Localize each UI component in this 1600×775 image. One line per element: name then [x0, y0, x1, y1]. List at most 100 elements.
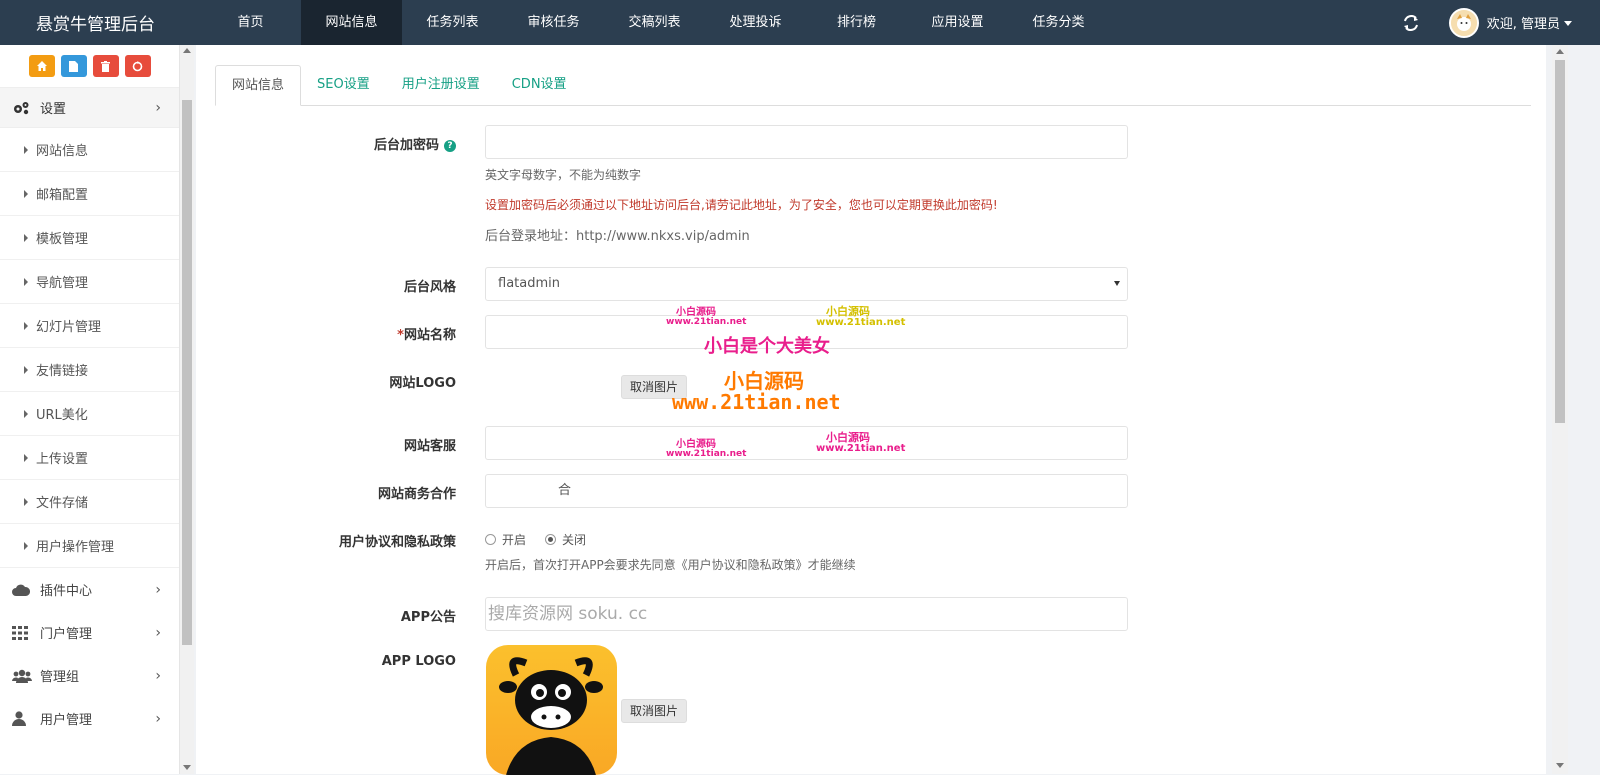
file-icon[interactable]	[60, 55, 87, 77]
nav-app-settings[interactable]: 应用设置	[907, 0, 1008, 45]
sidebar-item-label: 幻灯片管理	[36, 320, 102, 335]
sidebar-scrollbar[interactable]	[180, 45, 194, 774]
admin-style-label: 后台风格	[403, 280, 456, 295]
admin-code-input[interactable]	[485, 125, 1128, 159]
chevron-right-icon: ›	[155, 581, 161, 598]
home-icon[interactable]	[28, 55, 55, 77]
sidebar-group-plugins[interactable]: 插件中心 ›	[0, 568, 179, 611]
chevron-right-icon: ›	[155, 710, 161, 727]
scroll-up-icon[interactable]	[183, 48, 191, 53]
app-title: 悬赏牛管理后台	[36, 15, 155, 35]
user-icon	[12, 711, 32, 726]
nav-task-category[interactable]: 任务分类	[1008, 0, 1109, 45]
admin-code-warning: 设置加密码后必须通过以下地址访问后台,请劳记此地址，为了安全，您也可以定期更换此…	[485, 198, 998, 212]
scrollbar-thumb[interactable]	[1555, 60, 1565, 423]
gears-icon	[12, 101, 32, 115]
app-logo-label: APP LOGO	[381, 654, 456, 669]
nav-ranking[interactable]: 排行榜	[806, 0, 907, 45]
admin-code-hint: 英文字母数字，不能为纯数字	[485, 168, 642, 182]
tab-registration[interactable]: 用户注册设置	[386, 65, 496, 106]
site-service-input[interactable]	[485, 426, 1128, 460]
nav-site-info[interactable]: 网站信息	[301, 0, 402, 45]
site-service-label: 网站客服	[403, 439, 456, 454]
sidebar-item-label: 用户操作管理	[36, 540, 115, 555]
tab-seo[interactable]: SEO设置	[301, 65, 386, 106]
cancel-app-logo-button[interactable]: 取消图片	[621, 699, 687, 723]
sidebar-item-label: 模板管理	[36, 232, 89, 247]
nav-review-tasks[interactable]: 审核任务	[503, 0, 604, 45]
sidebar-group-users[interactable]: 用户管理 ›	[0, 697, 179, 740]
watermark-url-big: www.21tian.net	[672, 390, 841, 414]
cloud-icon	[12, 584, 32, 596]
caret-right-icon	[24, 453, 28, 462]
sidebar-item-url[interactable]: URL美化	[0, 392, 179, 436]
radio-dot	[545, 534, 556, 545]
app-notice-input[interactable]: 搜库资源网 soku. cc	[485, 597, 1128, 631]
tab-site-info[interactable]: 网站信息	[215, 65, 302, 106]
sidebar-item-label: 上传设置	[36, 452, 89, 467]
scroll-up-icon[interactable]	[1556, 49, 1564, 54]
tab-cdn[interactable]: CDN设置	[496, 65, 583, 106]
sidebar-item-user-ops[interactable]: 用户操作管理	[0, 524, 179, 568]
sidebar-item-site-info[interactable]: 网站信息	[0, 128, 179, 172]
main-scrollbar[interactable]	[1552, 45, 1568, 774]
sidebar-item-navigation[interactable]: 导航管理	[0, 260, 179, 304]
sidebar-item-label: 文件存储	[36, 496, 89, 511]
sidebar-group-label: 管理组	[40, 670, 80, 685]
admin-login-url: 后台登录地址：http://www.nkxs.vip/admin	[485, 229, 750, 244]
chevron-down-icon	[1114, 281, 1120, 286]
scroll-down-icon[interactable]	[183, 765, 191, 770]
site-business-input[interactable]: 合	[485, 474, 1128, 508]
caret-right-icon	[24, 277, 28, 286]
nav-complaints[interactable]: 处理投诉	[705, 0, 806, 45]
watermark-cn-1: 小白源码	[676, 307, 716, 318]
caret-right-icon	[24, 145, 28, 154]
sidebar-item-label: 邮箱配置	[36, 188, 89, 203]
watermark-url-2: www.21tian.net	[816, 317, 906, 328]
sidebar-item-upload[interactable]: 上传设置	[0, 436, 179, 480]
sidebar-item-template[interactable]: 模板管理	[0, 216, 179, 260]
trash-icon[interactable]	[92, 55, 119, 77]
sidebar-group-label: 门户管理	[40, 627, 93, 642]
app-logo-image	[486, 645, 617, 775]
sidebar-item-mail[interactable]: 邮箱配置	[0, 172, 179, 216]
caret-right-icon	[24, 189, 28, 198]
sidebar: 设置 › 网站信息 邮箱配置 模板管理 导航管理 幻灯片管理 友情链接 URL美…	[0, 45, 180, 774]
policy-radio-off[interactable]: 关闭	[545, 531, 586, 548]
nav-task-list[interactable]: 任务列表	[402, 0, 503, 45]
scrollbar-thumb[interactable]	[182, 100, 192, 645]
sidebar-item-links[interactable]: 友情链接	[0, 348, 179, 392]
nav-submissions[interactable]: 交稿列表	[604, 0, 705, 45]
welcome-text[interactable]: 欢迎, 管理员	[1487, 13, 1560, 32]
sidebar-item-slides[interactable]: 幻灯片管理	[0, 304, 179, 348]
avatar[interactable]	[1448, 7, 1479, 38]
sidebar-item-storage[interactable]: 文件存储	[0, 480, 179, 524]
chevron-right-icon: ›	[155, 99, 161, 116]
page-margin	[1568, 45, 1600, 774]
top-nav: 首页 网站信息 任务列表 审核任务 交稿列表 处理投诉 排行榜 应用设置 任务分…	[200, 0, 1109, 45]
sidebar-group-settings[interactable]: 设置 ›	[0, 88, 179, 128]
sidebar-item-label: 友情链接	[36, 364, 89, 379]
recycle-icon[interactable]	[124, 55, 151, 77]
nav-home[interactable]: 首页	[200, 0, 301, 45]
question-icon[interactable]: ?	[444, 139, 456, 152]
site-logo-label: 网站LOGO	[389, 376, 456, 391]
caret-right-icon	[24, 365, 28, 374]
admin-style-select[interactable]: flatadmin	[485, 267, 1128, 301]
sidebar-group-label: 设置	[40, 102, 67, 117]
radio-dot	[485, 534, 496, 545]
sidebar-group-admins[interactable]: 管理组 ›	[0, 654, 179, 697]
chevron-right-icon: ›	[155, 667, 161, 684]
tab-bar: 网站信息 SEO设置 用户注册设置 CDN设置	[215, 65, 1531, 106]
refresh-icon[interactable]	[1399, 11, 1423, 35]
grid-icon	[12, 625, 32, 640]
main-panel: 网站信息 SEO设置 用户注册设置 CDN设置 后台加密码? 英文字母数字，不能…	[196, 45, 1546, 775]
scroll-down-icon[interactable]	[1556, 763, 1564, 768]
sidebar-group-portal[interactable]: 门户管理 ›	[0, 611, 179, 654]
chevron-down-icon[interactable]	[1564, 21, 1572, 26]
watermark-slogan: 小白是个大美女	[704, 336, 830, 357]
policy-radio-on[interactable]: 开启	[485, 531, 526, 548]
caret-right-icon	[24, 321, 28, 330]
label-text: 后台加密码	[373, 138, 439, 153]
watermark-url-3: www.21tian.net	[666, 449, 747, 459]
